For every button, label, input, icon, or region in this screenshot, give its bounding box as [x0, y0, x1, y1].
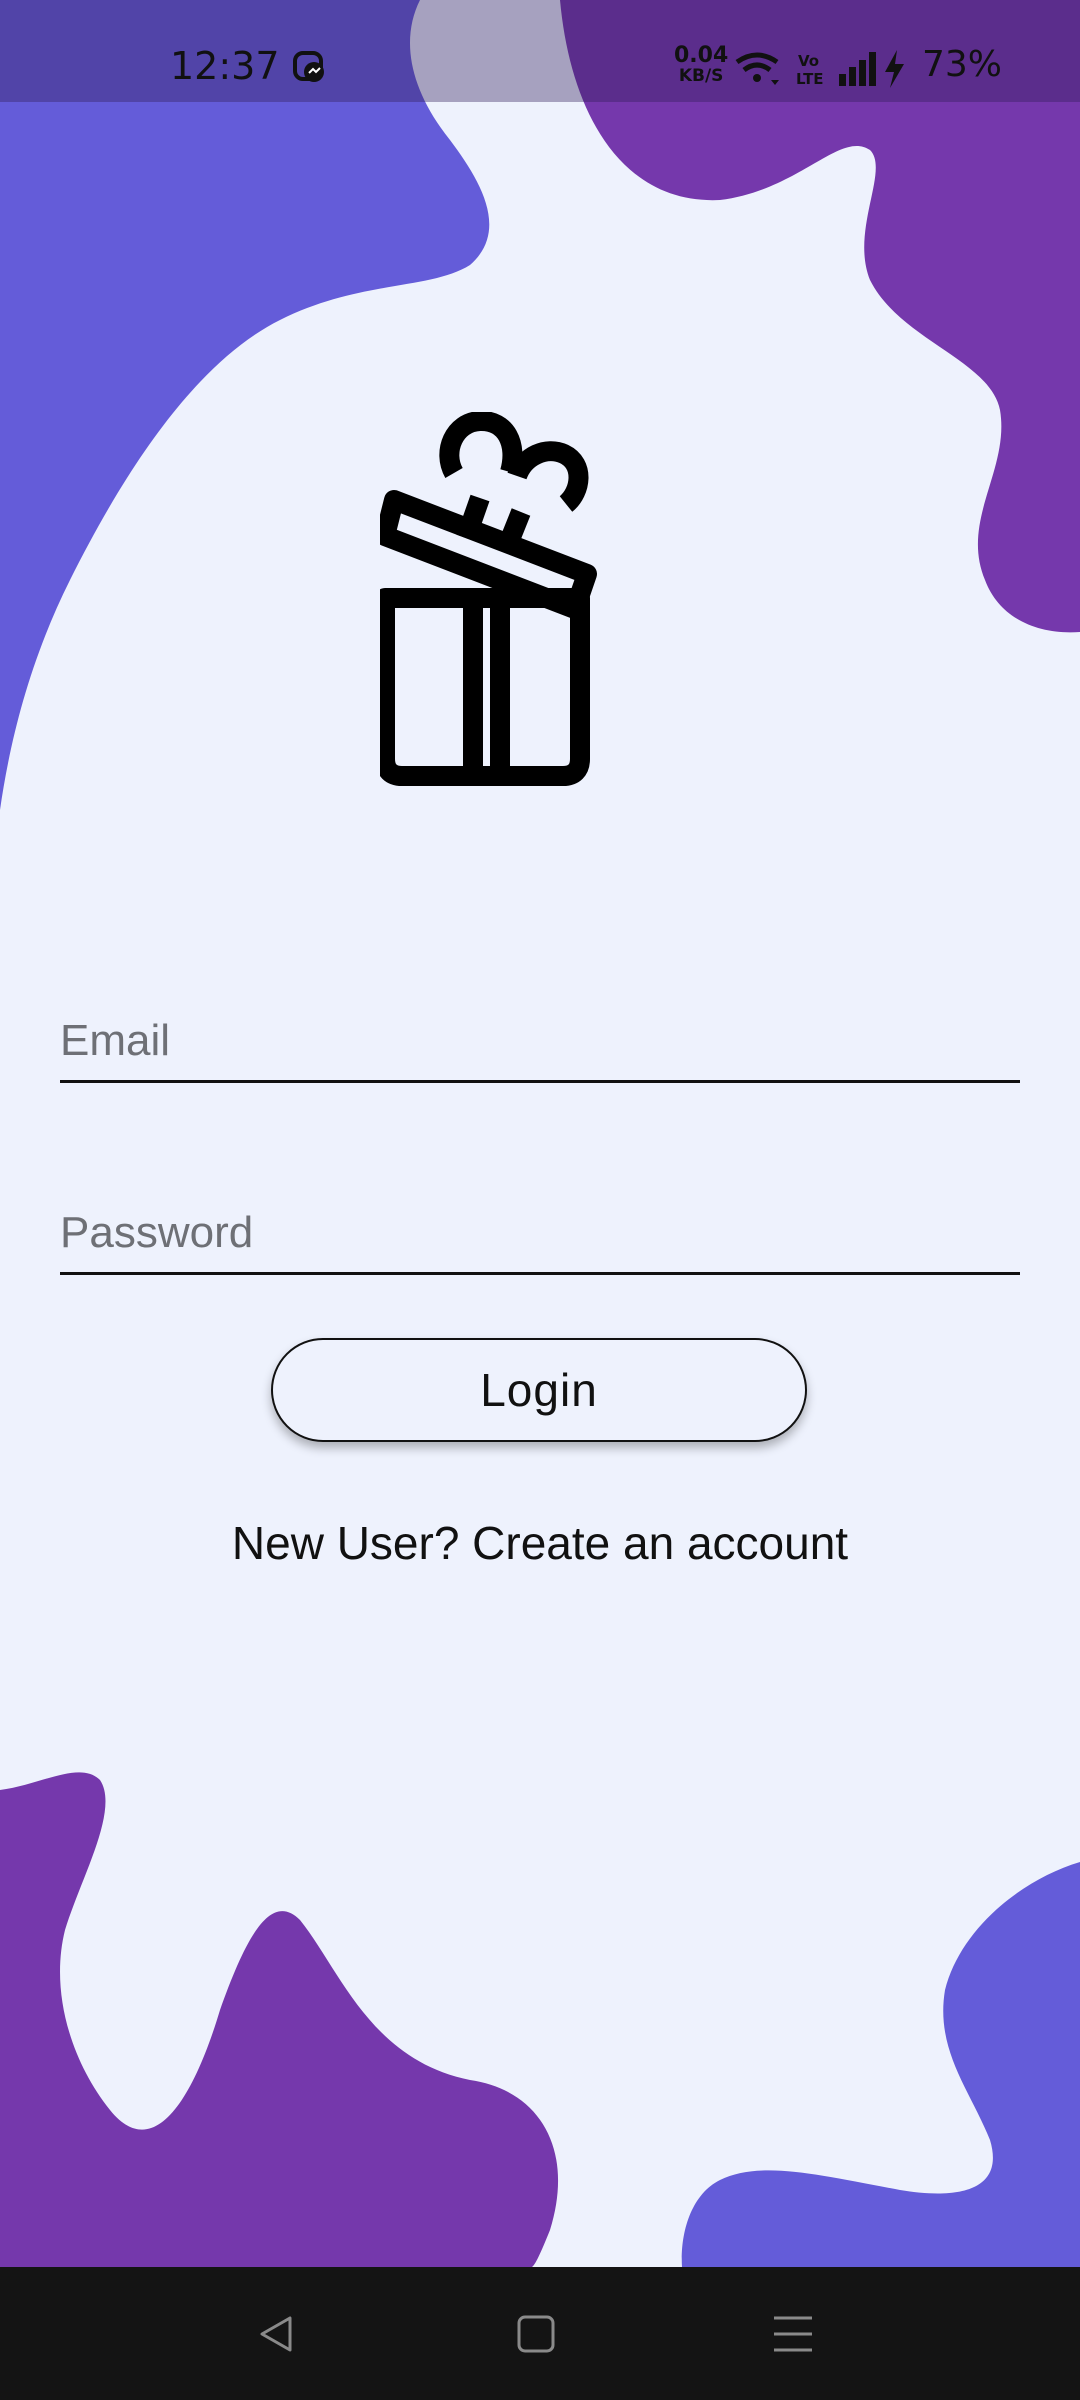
app-notification-icon	[293, 51, 324, 82]
create-account-link[interactable]: New User? Create an account	[0, 1516, 1080, 1570]
bottom-left-blob	[0, 1772, 559, 2267]
login-button[interactable]: Login	[271, 1338, 807, 1442]
battery-level: 73%	[922, 44, 1003, 85]
status-time: 12:37	[170, 44, 280, 88]
network-speed-value: 0.04	[674, 43, 729, 68]
network-speed: 0.04 KB/S	[674, 43, 729, 87]
volte-icon: Vo LTE	[796, 52, 824, 88]
password-input[interactable]	[60, 1208, 1020, 1258]
email-input[interactable]	[60, 1016, 1020, 1066]
back-icon[interactable]	[246, 2308, 306, 2360]
charging-icon	[885, 50, 904, 88]
network-speed-unit: KB/S	[678, 66, 724, 86]
svg-text:LTE: LTE	[796, 70, 824, 88]
status-icons: Vo LTE	[735, 50, 904, 88]
bottom-right-blob	[681, 1862, 1080, 2267]
gift-icon	[380, 412, 597, 786]
recents-menu-icon[interactable]	[763, 2308, 823, 2360]
password-field	[60, 1192, 1020, 1275]
email-field	[60, 1000, 1020, 1083]
svg-text:Vo: Vo	[798, 52, 819, 70]
home-icon[interactable]	[506, 2308, 566, 2360]
wifi-icon	[735, 52, 779, 85]
status-bar: 12:37 0.04 KB/S Vo LTE 73%	[0, 0, 1080, 102]
signal-icon	[839, 52, 876, 86]
